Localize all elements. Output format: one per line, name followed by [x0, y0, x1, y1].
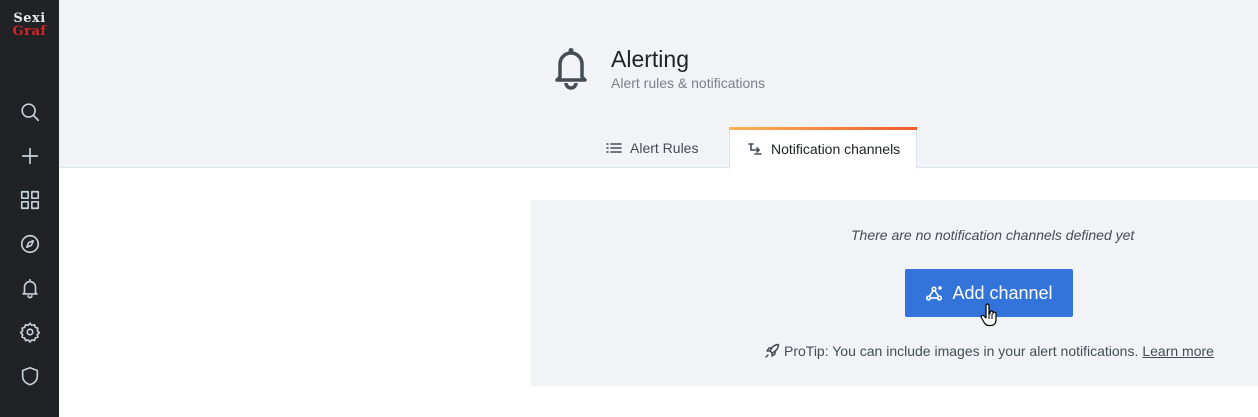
add-channel-label: Add channel: [952, 282, 1053, 303]
tab-alert-rules[interactable]: Alert Rules: [606, 127, 698, 168]
logo-line2: Graf: [12, 24, 47, 39]
search-icon[interactable]: [18, 100, 42, 124]
rocket-icon: [765, 343, 780, 358]
logo[interactable]: Sexi Graf: [0, 0, 59, 50]
channel-add-icon: [926, 286, 943, 301]
tab-notification-channels[interactable]: Notification channels: [729, 127, 917, 169]
channel-icon: [748, 142, 762, 155]
empty-state: There are no notification channels defin…: [531, 200, 1258, 386]
protip: ProTip: You can include images in your a…: [764, 343, 1214, 359]
bell-icon: [551, 44, 591, 90]
protip-text: ProTip: You can include images in your a…: [784, 343, 1139, 359]
dashboards-icon[interactable]: [18, 188, 42, 212]
empty-message: There are no notification channels defin…: [851, 227, 1135, 243]
page-header: Alerting Alert rules & notifications Ale…: [59, 0, 1258, 169]
tab-label: Notification channels: [771, 140, 901, 157]
page-title: Alerting: [611, 46, 689, 72]
gear-icon[interactable]: [18, 320, 42, 344]
hand-cursor-icon: [980, 303, 997, 327]
shield-icon[interactable]: [18, 364, 42, 388]
learn-more-link[interactable]: Learn more: [1142, 343, 1214, 359]
bell-icon[interactable]: [18, 276, 42, 300]
compass-icon[interactable]: [18, 232, 42, 256]
list-icon: [606, 142, 622, 153]
page-subtitle: Alert rules & notifications: [611, 75, 766, 91]
tab-label: Alert Rules: [630, 139, 699, 156]
plus-icon[interactable]: [18, 144, 42, 168]
sidebar: Sexi Graf: [0, 0, 59, 417]
